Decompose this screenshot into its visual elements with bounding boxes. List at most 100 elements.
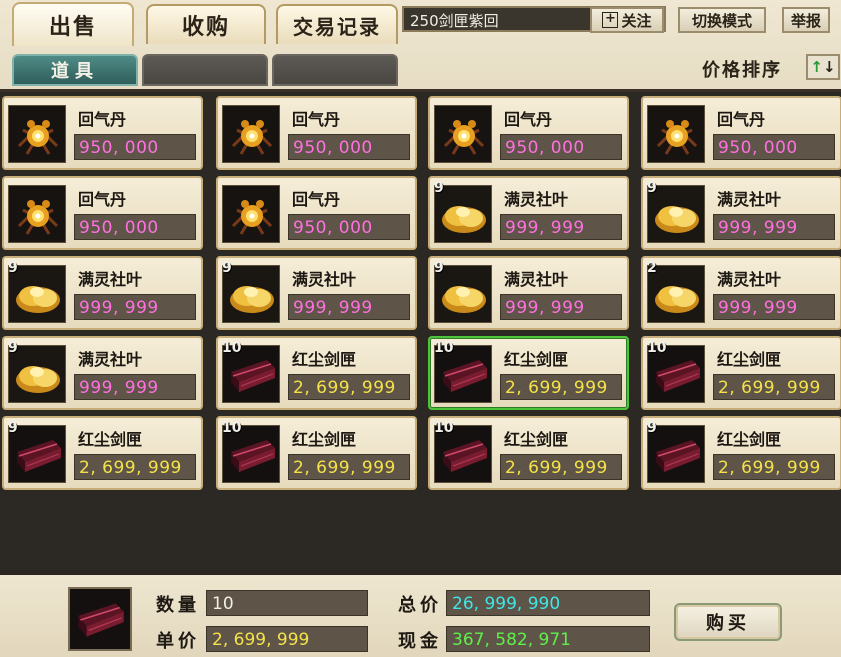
item-price: 999, 999 — [713, 214, 835, 240]
item-price: 950, 000 — [288, 214, 410, 240]
item-quantity: 10 — [647, 340, 667, 356]
item-price: 950, 000 — [713, 134, 835, 160]
item-price: 999, 999 — [74, 294, 196, 320]
item-price: 999, 999 — [713, 294, 835, 320]
item-price: 950, 000 — [74, 134, 196, 160]
item-name: 回气丹 — [78, 190, 127, 209]
subtab-items[interactable]: 道具 — [12, 54, 138, 86]
subtab-second[interactable] — [142, 54, 268, 86]
arrow-down-icon: ↓ — [823, 58, 836, 76]
price-sort-button[interactable]: ↑ ↓ — [806, 54, 840, 80]
unit-price-value: 2, 699, 999 — [206, 626, 368, 652]
item-card[interactable]: 回气丹 950, 000 — [641, 96, 841, 170]
report-button[interactable]: 举报 — [782, 7, 830, 33]
item-name: 回气丹 — [78, 110, 127, 129]
item-card[interactable]: 9 满灵社叶 999, 999 — [216, 256, 417, 330]
selected-item-thumbnail — [68, 587, 132, 651]
buy-button[interactable]: 购买 — [674, 603, 782, 641]
item-price: 950, 000 — [74, 214, 196, 240]
item-price: 2, 699, 999 — [500, 374, 622, 400]
item-price: 2, 699, 999 — [288, 374, 410, 400]
item-quantity: 2 — [647, 260, 657, 276]
item-quantity: 9 — [434, 180, 444, 196]
plus-icon: + — [602, 12, 619, 28]
follow-button[interactable]: + 关注 — [590, 7, 664, 33]
item-card[interactable]: 回气丹 950, 000 — [2, 96, 203, 170]
item-price: 2, 699, 999 — [713, 454, 835, 480]
item-price: 2, 699, 999 — [500, 454, 622, 480]
item-card[interactable]: 10 红尘剑匣 2, 699, 999 — [428, 336, 629, 410]
tab-trade-history[interactable]: 交易记录 — [276, 4, 398, 44]
item-card[interactable]: 10 红尘剑匣 2, 699, 999 — [428, 416, 629, 490]
item-card[interactable]: 9 满灵社叶 999, 999 — [428, 176, 629, 250]
cash-value: 367, 582, 971 — [446, 626, 650, 652]
item-name: 红尘剑匣 — [717, 430, 782, 449]
item-quantity: 9 — [8, 420, 18, 436]
quantity-label: 数量 — [156, 595, 200, 616]
item-card[interactable]: 回气丹 950, 000 — [428, 96, 629, 170]
item-price: 999, 999 — [74, 374, 196, 400]
item-quantity: 9 — [434, 260, 444, 276]
tab-sell[interactable]: 出售 — [12, 2, 134, 46]
item-name: 红尘剑匣 — [504, 350, 569, 369]
pill-icon — [434, 105, 492, 163]
item-quantity: 10 — [222, 340, 242, 356]
item-grid: 回气丹 950, 000 回气丹 950, 000 回气丹 950, 000 回气丹 950,… — [0, 92, 841, 570]
item-name: 回气丹 — [504, 110, 553, 129]
item-price: 2, 699, 999 — [74, 454, 196, 480]
item-quantity: 9 — [222, 260, 232, 276]
arrow-up-icon: ↑ — [810, 58, 823, 76]
item-name: 满灵社叶 — [78, 270, 143, 289]
item-name: 满灵社叶 — [292, 270, 357, 289]
item-card[interactable]: 10 红尘剑匣 2, 699, 999 — [216, 336, 417, 410]
unit-price-label: 单价 — [156, 631, 200, 652]
item-name: 红尘剑匣 — [504, 430, 569, 449]
item-quantity: 10 — [222, 420, 242, 436]
item-card[interactable]: 9 满灵社叶 999, 999 — [2, 256, 203, 330]
switch-mode-button[interactable]: 切换模式 — [678, 7, 766, 33]
item-quantity: 9 — [647, 420, 657, 436]
item-price: 999, 999 — [500, 294, 622, 320]
item-price: 999, 999 — [500, 214, 622, 240]
pill-icon — [8, 185, 66, 243]
item-price: 950, 000 — [500, 134, 622, 160]
item-card[interactable]: 回气丹 950, 000 — [2, 176, 203, 250]
item-price: 2, 699, 999 — [713, 374, 835, 400]
item-price: 999, 999 — [288, 294, 410, 320]
item-price: 2, 699, 999 — [288, 454, 410, 480]
subtab-third[interactable] — [272, 54, 398, 86]
item-name: 红尘剑匣 — [292, 350, 357, 369]
item-name: 红尘剑匣 — [717, 350, 782, 369]
item-name: 红尘剑匣 — [292, 430, 357, 449]
item-name: 满灵社叶 — [78, 350, 143, 369]
item-name: 回气丹 — [292, 190, 341, 209]
item-card[interactable]: 2 满灵社叶 999, 999 — [641, 256, 841, 330]
item-quantity: 10 — [434, 420, 454, 436]
item-card[interactable]: 10 红尘剑匣 2, 699, 999 — [216, 416, 417, 490]
item-quantity: 9 — [8, 260, 18, 276]
item-card[interactable]: 9 满灵社叶 999, 999 — [641, 176, 841, 250]
quantity-field[interactable]: 10 — [206, 590, 368, 616]
item-card[interactable]: 回气丹 950, 000 — [216, 96, 417, 170]
top-bar: 出售 收购 交易记录 250剑匣紫回 + 关注 切换模式 举报 道具 价格排序 … — [0, 0, 841, 92]
pill-icon — [222, 105, 280, 163]
item-card[interactable]: 10 红尘剑匣 2, 699, 999 — [641, 336, 841, 410]
item-card[interactable]: 回气丹 950, 000 — [216, 176, 417, 250]
cash-label: 现金 — [398, 631, 442, 652]
item-name: 满灵社叶 — [717, 190, 782, 209]
item-name: 满灵社叶 — [717, 270, 782, 289]
item-card[interactable]: 9 红尘剑匣 2, 699, 999 — [2, 416, 203, 490]
item-name: 回气丹 — [717, 110, 766, 129]
item-card[interactable]: 9 红尘剑匣 2, 699, 999 — [641, 416, 841, 490]
total-value: 26, 999, 990 — [446, 590, 650, 616]
item-price: 950, 000 — [288, 134, 410, 160]
follow-label: 关注 — [621, 11, 652, 30]
item-name: 满灵社叶 — [504, 190, 569, 209]
item-card[interactable]: 9 满灵社叶 999, 999 — [2, 336, 203, 410]
tab-buy[interactable]: 收购 — [146, 4, 266, 44]
item-name: 回气丹 — [292, 110, 341, 129]
item-card[interactable]: 9 满灵社叶 999, 999 — [428, 256, 629, 330]
item-name: 满灵社叶 — [504, 270, 569, 289]
pill-icon — [8, 105, 66, 163]
pill-icon — [222, 185, 280, 243]
